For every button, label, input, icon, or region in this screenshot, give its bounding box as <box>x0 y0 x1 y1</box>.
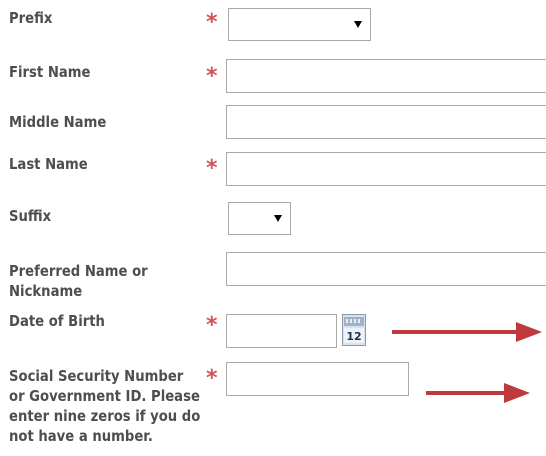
prefix-required-marker: * <box>206 10 218 35</box>
prefix-select[interactable] <box>228 8 371 41</box>
ssn-label-line: not have a number. <box>9 427 153 445</box>
ssn-label: Social Security Number or Government ID.… <box>9 366 200 446</box>
preferred-name-input[interactable] <box>226 252 546 286</box>
calendar-icon-text: 12 <box>346 330 361 343</box>
last-name-label: Last Name <box>9 155 88 173</box>
date-of-birth-label: Date of Birth <box>9 312 105 330</box>
first-name-input[interactable] <box>226 59 546 93</box>
preferred-name-label-line: Preferred Name or <box>9 262 148 280</box>
ssn-label-line: enter nine zeros if you do <box>9 407 201 425</box>
chevron-down-icon <box>274 215 282 222</box>
first-name-label: First Name <box>9 63 91 81</box>
preferred-name-label: Preferred Name or Nickname <box>9 261 148 301</box>
middle-name-input[interactable] <box>226 105 546 139</box>
ssn-required-marker: * <box>206 366 218 391</box>
arrow-right-icon <box>392 322 542 342</box>
middle-name-label: Middle Name <box>9 113 107 131</box>
date-of-birth-required-marker: * <box>206 313 218 338</box>
prefix-label: Prefix <box>9 9 53 27</box>
last-name-input[interactable] <box>226 152 546 186</box>
first-name-required-marker: * <box>206 64 218 89</box>
arrow-right-icon <box>426 383 530 403</box>
chevron-down-icon <box>354 21 362 28</box>
calendar-icon[interactable]: 12 <box>342 314 366 346</box>
date-of-birth-input[interactable] <box>226 314 337 348</box>
suffix-select[interactable] <box>228 202 291 235</box>
preferred-name-label-line: Nickname <box>9 282 83 300</box>
ssn-label-line: or Government ID. Please <box>9 387 200 405</box>
last-name-required-marker: * <box>206 156 218 181</box>
ssn-input[interactable] <box>226 362 409 396</box>
suffix-label: Suffix <box>9 207 52 225</box>
ssn-label-line: Social Security Number <box>9 367 184 385</box>
